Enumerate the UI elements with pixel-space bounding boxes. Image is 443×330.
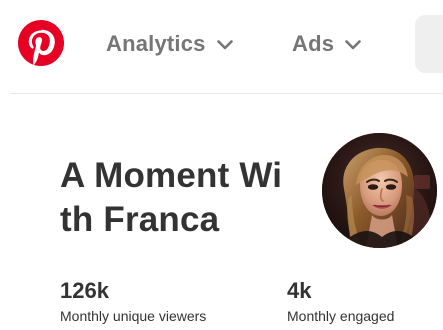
search-box[interactable]	[415, 15, 443, 73]
chevron-down-icon	[216, 36, 234, 54]
analytics-profile-page: Analytics Ads A Moment Wi th Franca 126k…	[0, 0, 443, 330]
nav-ads[interactable]: Ads	[292, 28, 362, 60]
profile-name: A Moment Wi th Franca	[60, 154, 310, 242]
nav-analytics[interactable]: Analytics	[106, 28, 234, 60]
stat-monthly-unique-viewers: 126k Monthly unique viewers	[60, 278, 206, 325]
profile-photo	[322, 133, 437, 248]
nav-ads-label: Ads	[292, 31, 335, 56]
stat-label: Monthly unique viewers	[60, 308, 207, 324]
stat-monthly-engaged: 4k Monthly engaged	[287, 278, 394, 325]
header-divider	[10, 93, 443, 94]
pinterest-icon	[28, 29, 55, 65]
stat-label: Monthly engaged	[287, 308, 395, 324]
chevron-down-icon	[344, 36, 362, 54]
top-navigation: Analytics Ads	[0, 0, 443, 92]
avatar[interactable]	[322, 133, 437, 248]
profile-name-line-1: A Moment Wi	[60, 156, 283, 195]
stat-value: 126k	[60, 278, 109, 303]
stat-value: 4k	[287, 278, 312, 303]
nav-analytics-label: Analytics	[106, 31, 206, 56]
pinterest-logo[interactable]	[18, 20, 64, 66]
profile-name-line-2: th Franca	[60, 200, 220, 239]
